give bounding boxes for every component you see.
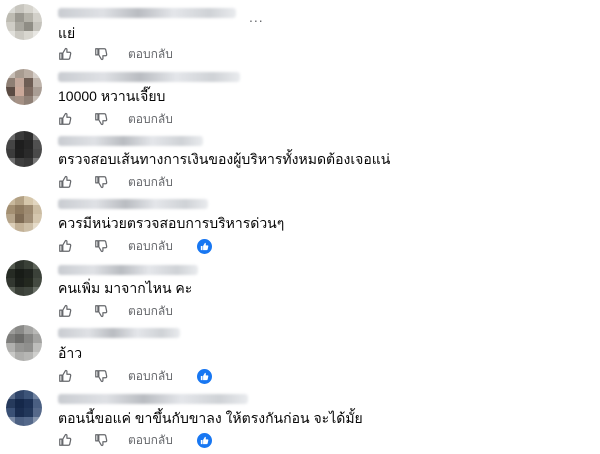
comment-actions: ตอบกลับ — [58, 302, 173, 320]
thumbs-up-icon[interactable] — [58, 47, 72, 61]
comment-text: แย่ — [58, 25, 76, 41]
thumbs-down-icon[interactable] — [94, 433, 108, 447]
comment-text: คนเพิ่ม มาจากไหน คะ — [58, 280, 193, 296]
comment-text: ตอนนี้ขอแค่ ขาขึ้นกับขาลง ให้ตรงกันก่อน … — [58, 410, 363, 426]
commenter-name-blurred[interactable] — [58, 199, 208, 209]
avatar[interactable] — [6, 131, 42, 167]
comment: ตรวจสอบเส้นทางการเงินของผู้บริหารทั้งหมด… — [0, 128, 600, 192]
reply-button[interactable]: ตอบกลับ — [128, 46, 173, 62]
thumbs-up-icon[interactable] — [58, 112, 72, 126]
comment: ควรมีหน่วยตรวจสอบการบริหารด่วนๆ ตอบกลับ — [0, 192, 600, 256]
commenter-name-blurred[interactable] — [58, 136, 203, 146]
reply-button[interactable]: ตอบกลับ — [128, 238, 173, 254]
comment-actions: ตอบกลับ — [58, 431, 212, 449]
avatar[interactable] — [6, 196, 42, 232]
commenter-name-blurred[interactable] — [58, 394, 248, 404]
commenter-name-blurred[interactable] — [58, 328, 180, 338]
commenter-name-blurred[interactable] — [58, 72, 240, 82]
thumbs-down-icon[interactable] — [94, 175, 108, 189]
comment-text: 10000 หวานเจี๊ยบ — [58, 88, 166, 104]
comment: 10000 หวานเจี๊ยบ ตอบกลับ — [0, 65, 600, 129]
comment-text: ตรวจสอบเส้นทางการเงินของผู้บริหารทั้งหมด… — [58, 151, 391, 167]
thumbs-down-icon[interactable] — [94, 239, 108, 253]
like-reaction-badge-icon[interactable] — [196, 432, 212, 448]
like-reaction-badge-icon[interactable] — [196, 368, 212, 384]
comment-actions: ตอบกลับ — [58, 237, 212, 255]
thumbs-up-icon[interactable] — [58, 239, 72, 253]
comment-text: อ้าว — [58, 345, 83, 361]
thumbs-up-icon[interactable] — [58, 304, 72, 318]
avatar[interactable] — [6, 260, 42, 296]
comment-actions: ตอบกลับ — [58, 173, 173, 191]
reply-button[interactable]: ตอบกลับ — [128, 303, 173, 319]
reply-button[interactable]: ตอบกลับ — [128, 368, 173, 384]
thumbs-down-icon[interactable] — [94, 112, 108, 126]
comment-text: ควรมีหน่วยตรวจสอบการบริหารด่วนๆ — [58, 215, 285, 231]
comment: ตอนนี้ขอแค่ ขาขึ้นกับขาลง ให้ตรงกันก่อน … — [0, 386, 600, 450]
comment: อ้าว ตอบกลับ — [0, 322, 600, 386]
thumbs-down-icon[interactable] — [94, 304, 108, 318]
comment: ... แย่ ตอบกลับ — [0, 0, 600, 64]
reply-button[interactable]: ตอบกลับ — [128, 432, 173, 448]
comment-actions: ตอบกลับ — [58, 110, 173, 128]
thumbs-up-icon[interactable] — [58, 433, 72, 447]
thumbs-down-icon[interactable] — [94, 369, 108, 383]
like-reaction-badge-icon[interactable] — [196, 238, 212, 254]
more-options-icon[interactable]: ... — [249, 9, 264, 25]
avatar[interactable] — [6, 390, 42, 426]
comment: คนเพิ่ม มาจากไหน คะ ตอบกลับ — [0, 257, 600, 321]
thumbs-up-icon[interactable] — [58, 175, 72, 189]
reply-button[interactable]: ตอบกลับ — [128, 111, 173, 127]
reply-button[interactable]: ตอบกลับ — [128, 174, 173, 190]
avatar[interactable] — [6, 325, 42, 361]
avatar[interactable] — [6, 69, 42, 105]
thumbs-up-icon[interactable] — [58, 369, 72, 383]
commenter-name-blurred[interactable] — [58, 8, 236, 18]
avatar[interactable] — [6, 4, 42, 40]
commenter-name-blurred[interactable] — [58, 265, 198, 275]
comment-actions: ตอบกลับ — [58, 367, 212, 385]
thumbs-down-icon[interactable] — [94, 47, 108, 61]
comment-actions: ตอบกลับ — [58, 45, 173, 63]
